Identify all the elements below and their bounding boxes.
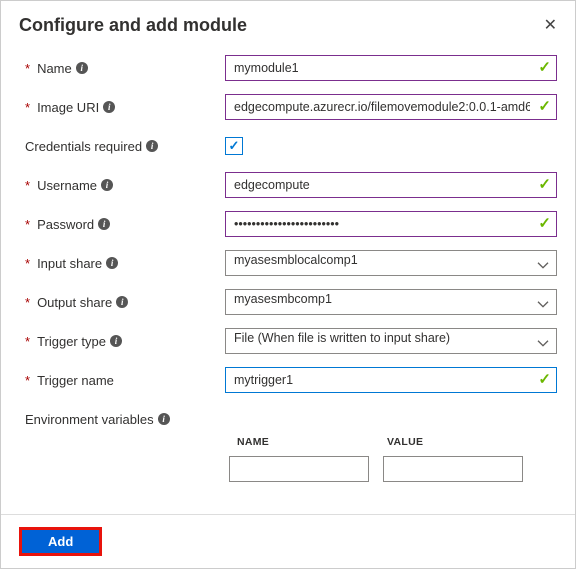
table-row xyxy=(225,456,557,482)
label-text: Trigger name xyxy=(37,373,114,388)
label-text: Credentials required xyxy=(25,139,142,154)
label-trigger-type: * Trigger type i xyxy=(25,334,225,349)
label-name: * Name i xyxy=(25,61,225,76)
label-password: * Password i xyxy=(25,217,225,232)
configure-module-panel: Configure and add module ✕ * Name i ✓ * … xyxy=(0,0,576,569)
trigger-type-select[interactable]: File (When file is written to input shar… xyxy=(225,328,557,354)
row-username: * Username i ✓ xyxy=(25,172,557,198)
info-icon[interactable]: i xyxy=(101,179,113,191)
label-text: Password xyxy=(37,217,94,232)
add-button[interactable]: Add xyxy=(19,527,102,556)
row-name: * Name i ✓ xyxy=(25,55,557,81)
env-vars-header: NAME VALUE xyxy=(225,430,557,456)
info-icon[interactable]: i xyxy=(98,218,110,230)
row-env-vars: Environment variables i xyxy=(25,406,557,432)
row-output-share: * Output share i myasesmbcomp1 xyxy=(25,289,557,315)
input-share-select[interactable]: myasesmblocalcomp1 xyxy=(225,250,557,276)
label-trigger-name: * Trigger name xyxy=(25,373,225,388)
info-icon[interactable]: i xyxy=(158,413,170,425)
required-marker: * xyxy=(25,61,30,76)
label-image-uri: * Image URI i xyxy=(25,100,225,115)
required-marker: * xyxy=(25,373,30,388)
label-text: Trigger type xyxy=(37,334,106,349)
required-marker: * xyxy=(25,256,30,271)
info-icon[interactable]: i xyxy=(146,140,158,152)
output-share-select[interactable]: myasesmbcomp1 xyxy=(225,289,557,315)
info-icon[interactable]: i xyxy=(110,335,122,347)
env-col-name: NAME xyxy=(237,436,387,448)
label-output-share: * Output share i xyxy=(25,295,225,310)
label-text: Name xyxy=(37,61,72,76)
label-credentials: Credentials required i xyxy=(25,139,225,154)
label-text: Environment variables xyxy=(25,412,154,427)
row-credentials: Credentials required i ✓ xyxy=(25,133,557,159)
image-uri-input[interactable] xyxy=(225,94,557,120)
password-input[interactable] xyxy=(225,211,557,237)
required-marker: * xyxy=(25,334,30,349)
form-body: * Name i ✓ * Image URI i ✓ Cre xyxy=(1,45,575,514)
required-marker: * xyxy=(25,178,30,193)
name-input[interactable] xyxy=(225,55,557,81)
env-vars-table: NAME VALUE xyxy=(225,430,557,482)
row-password: * Password i ✓ xyxy=(25,211,557,237)
username-input[interactable] xyxy=(225,172,557,198)
required-marker: * xyxy=(25,100,30,115)
page-title: Configure and add module xyxy=(19,15,247,36)
label-text: Output share xyxy=(37,295,112,310)
label-text: Input share xyxy=(37,256,102,271)
row-input-share: * Input share i myasesmblocalcomp1 xyxy=(25,250,557,276)
info-icon[interactable]: i xyxy=(103,101,115,113)
trigger-name-input[interactable] xyxy=(225,367,557,393)
required-marker: * xyxy=(25,217,30,232)
info-icon[interactable]: i xyxy=(106,257,118,269)
row-trigger-type: * Trigger type i File (When file is writ… xyxy=(25,328,557,354)
label-username: * Username i xyxy=(25,178,225,193)
label-text: Username xyxy=(37,178,97,193)
panel-footer: Add xyxy=(1,514,575,568)
close-icon[interactable]: ✕ xyxy=(540,11,561,39)
panel-header: Configure and add module ✕ xyxy=(1,1,575,45)
info-icon[interactable]: i xyxy=(76,62,88,74)
required-marker: * xyxy=(25,295,30,310)
row-trigger-name: * Trigger name ✓ xyxy=(25,367,557,393)
info-icon[interactable]: i xyxy=(116,296,128,308)
env-name-input[interactable] xyxy=(229,456,369,482)
label-text: Image URI xyxy=(37,100,99,115)
label-input-share: * Input share i xyxy=(25,256,225,271)
env-value-input[interactable] xyxy=(383,456,523,482)
row-image-uri: * Image URI i ✓ xyxy=(25,94,557,120)
credentials-checkbox[interactable]: ✓ xyxy=(225,137,243,155)
label-env-vars: Environment variables i xyxy=(25,412,225,427)
env-col-value: VALUE xyxy=(387,436,537,448)
